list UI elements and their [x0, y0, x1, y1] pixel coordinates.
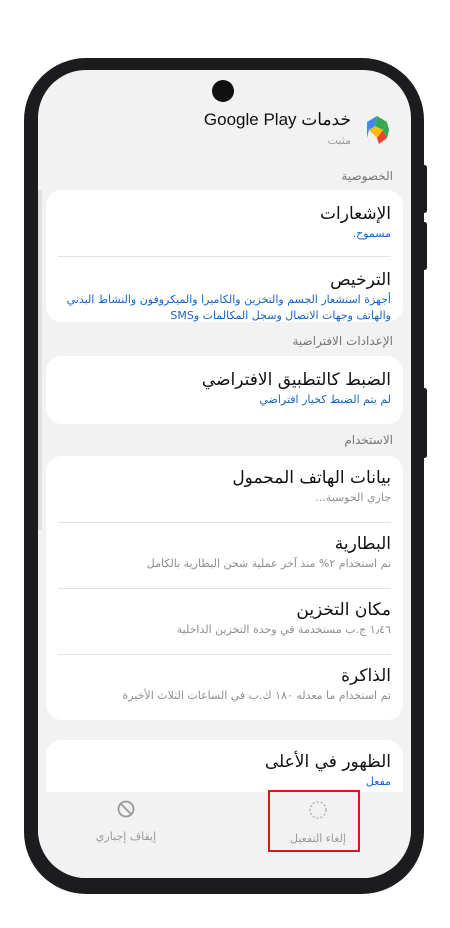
default-app-status: لم يتم الضبط كخيار افتراضي — [259, 393, 391, 406]
permissions-title: الترخيص — [330, 270, 391, 290]
power-button — [422, 388, 427, 458]
appear-on-top-status: مفعل — [365, 775, 391, 788]
force-stop-label: إيقاف إجباري — [95, 830, 157, 843]
appear-on-top-row[interactable]: الظهور في الأعلى مفعل — [46, 752, 403, 790]
section-privacy-label: الخصوصية — [341, 169, 393, 183]
force-stop-button[interactable]: إيقاف إجباري — [71, 800, 181, 843]
notifications-title: الإشعارات — [320, 204, 391, 224]
notifications-row[interactable]: الإشعارات مسموح. — [46, 204, 403, 242]
google-play-services-icon — [367, 116, 389, 144]
app-title: خدمات Google Play — [203, 110, 351, 129]
volume-down-button — [422, 222, 427, 270]
storage-row[interactable]: مكان التخزين ١٫٤٦ ج.ب مستخدمة في وحدة ال… — [46, 600, 403, 638]
divider — [58, 654, 391, 655]
force-stop-icon — [117, 800, 135, 818]
memory-usage: تم استخدام ما معدله ١٨٠ ك.ب في الساعات ا… — [122, 689, 391, 702]
scroll-indicator — [38, 190, 42, 530]
divider — [58, 256, 391, 257]
highlight-box — [268, 790, 360, 852]
default-app-row[interactable]: الضبط كالتطبيق الافتراضي لم يتم الضبط كخ… — [46, 370, 403, 408]
mobile-data-status: جاري الحوسبة... — [315, 491, 391, 504]
section-defaults-label: الإعدادات الافتراضية — [292, 334, 394, 348]
privacy-card: الإشعارات مسموح. الترخيص أجهزة استشعار ا… — [46, 190, 403, 322]
storage-title: مكان التخزين — [296, 600, 391, 620]
divider — [58, 588, 391, 589]
screen: خدمات Google Play مثبت الخصوصية الإشعارا… — [38, 70, 411, 878]
permissions-list: أجهزة استشعار الجسم والتخزين والكاميرا و… — [66, 293, 391, 322]
divider — [58, 522, 391, 523]
mobile-data-title: بيانات الهاتف المحمول — [232, 468, 391, 488]
storage-usage: ١٫٤٦ ج.ب مستخدمة في وحدة التخزين الداخلي… — [176, 623, 391, 636]
mobile-data-row[interactable]: بيانات الهاتف المحمول جاري الحوسبة... — [46, 468, 403, 506]
memory-row[interactable]: الذاكرة تم استخدام ما معدله ١٨٠ ك.ب في ا… — [46, 666, 403, 704]
usage-card: بيانات الهاتف المحمول جاري الحوسبة... ال… — [46, 456, 403, 720]
section-usage-label: الاستخدام — [344, 433, 393, 447]
volume-up-button — [422, 165, 427, 213]
memory-title: الذاكرة — [341, 666, 391, 686]
notifications-status: مسموح. — [352, 227, 391, 240]
app-install-status: مثبت — [327, 134, 351, 147]
battery-usage: تم استخدام ٢% منذ آخر عملية شحن البطارية… — [146, 557, 391, 570]
battery-title: البطارية — [334, 534, 391, 554]
permissions-row[interactable]: الترخيص أجهزة استشعار الجسم والتخزين وال… — [46, 270, 403, 322]
default-app-title: الضبط كالتطبيق الافتراضي — [201, 370, 391, 390]
battery-row[interactable]: البطارية تم استخدام ٢% منذ آخر عملية شحن… — [46, 534, 403, 572]
defaults-card: الضبط كالتطبيق الافتراضي لم يتم الضبط كخ… — [46, 356, 403, 424]
appear-on-top-title: الظهور في الأعلى — [264, 752, 391, 772]
app-header: خدمات Google Play مثبت — [53, 110, 393, 170]
front-camera — [212, 80, 234, 102]
